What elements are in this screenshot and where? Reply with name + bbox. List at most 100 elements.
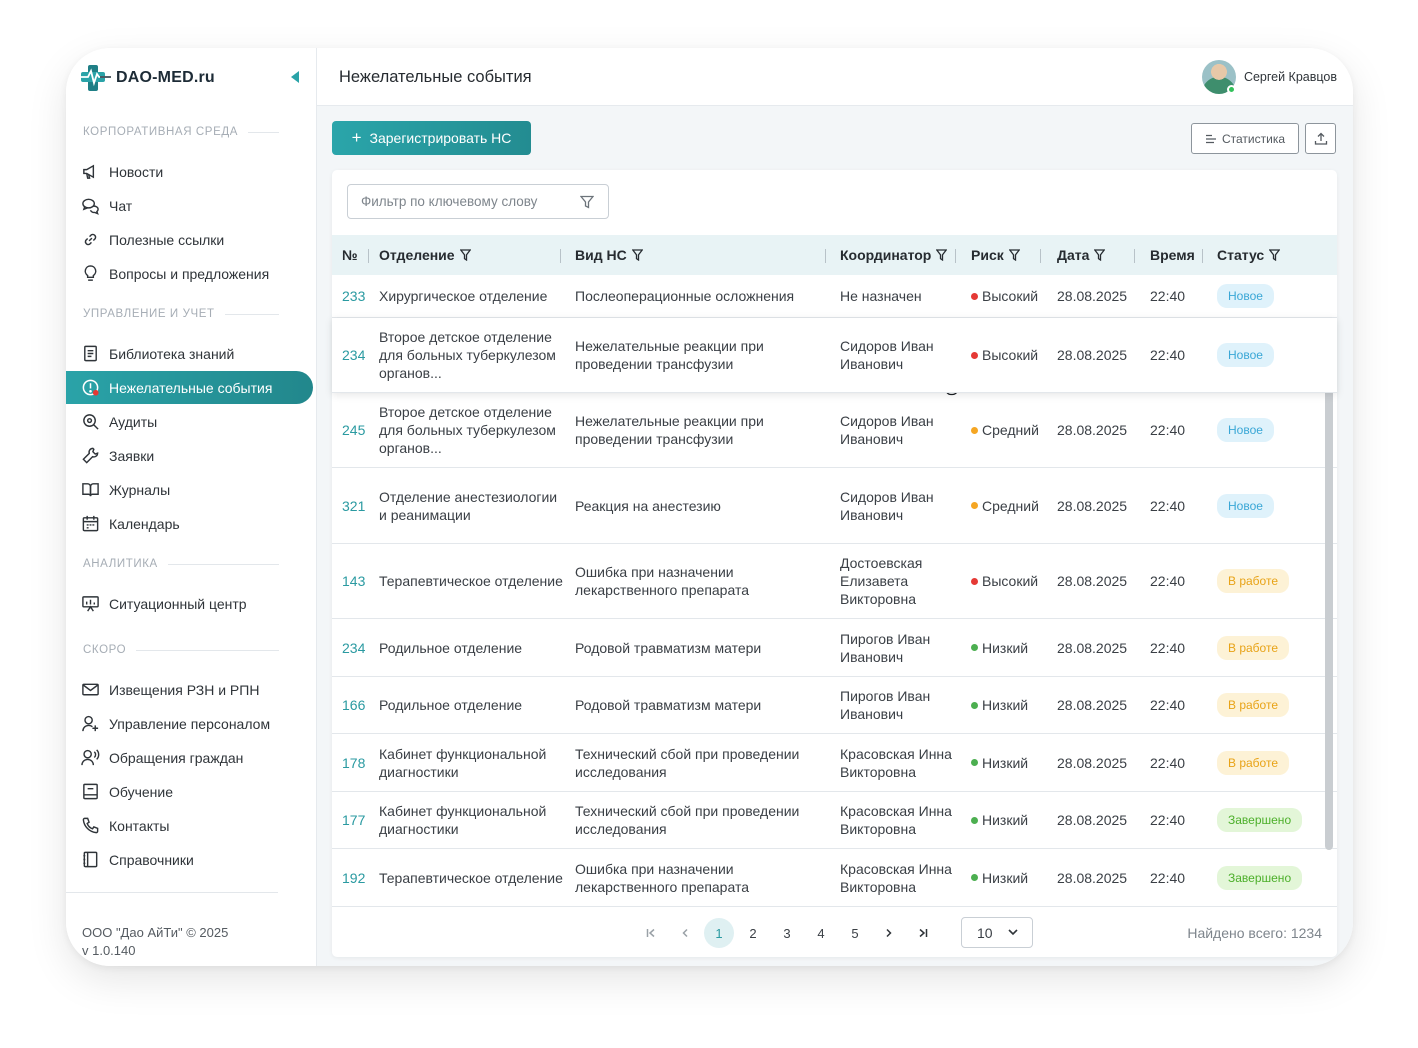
table-row[interactable]: 321 Отделение анестезиологии и реанимации… [332,468,1337,544]
page-title: Нежелательные события [339,68,532,86]
date-cell: 28.08.2025 [1057,422,1128,438]
keyword-filter-input[interactable]: Фильтр по ключевому слову [347,184,609,219]
time-cell: 22:40 [1150,422,1186,438]
status-cell: Новое [1217,284,1274,308]
chat-icon [82,198,99,215]
table-row[interactable]: 177 Кабинет функциональной диагностики Тех… [332,792,1337,849]
date-cell: 28.08.2025 [1057,812,1128,828]
department-cell: Второе детское отделение для больных туб… [379,404,556,456]
column-filter-icon[interactable] [1008,249,1020,261]
date-cell: 28.08.2025 [1057,347,1128,363]
sidebar-item-label: Ситуационный центр [109,595,247,612]
time-cell: 22:40 [1150,754,1186,771]
megaphone-icon [83,164,95,179]
sidebar-item-contacts[interactable]: Контакты [66,809,313,842]
logo[interactable]: DAO-MED.ru [80,62,215,94]
sidebar-item-label: Календарь [109,515,180,532]
event-number: 177 [342,812,366,828]
page-size-select[interactable]: 10 [961,917,1033,948]
th-number[interactable]: № [342,247,358,263]
page-2-button[interactable]: 2 [738,918,768,948]
page-1-button[interactable]: 1 [704,918,734,948]
page-4-button[interactable]: 4 [806,918,836,948]
th-status[interactable]: Статус [1217,247,1281,263]
sidebar-item-personnel[interactable]: Управление персоналом [66,707,313,740]
column-filter-icon[interactable] [936,249,948,261]
statistics-button[interactable]: Статистика [1191,123,1299,154]
column-label: Время [1150,247,1195,263]
first-page-button[interactable] [636,918,666,948]
sidebar-item-audits[interactable]: Аудиты [66,405,313,438]
sidebar-item-journals[interactable]: Журналы [66,473,313,506]
table-row[interactable]: 233 Хирургическое отделение Послеоперацион… [332,275,1337,318]
table-row[interactable]: 245 Второе детское отделение для больных … [332,393,1337,468]
sidebar-item-chat[interactable]: Чат [66,189,313,222]
department-cell: Родильное отделение [379,639,523,656]
sidebar-item-calendar[interactable]: Календарь [66,507,313,540]
sidebar-item-references[interactable]: Справочники [66,843,313,876]
event-type-cell: Послеоперационные осложнения [575,288,795,304]
sidebar-item-requests[interactable]: Заявки [66,439,313,472]
th-event-type[interactable]: Вид НС [575,247,643,263]
column-filter-icon[interactable] [1094,249,1106,261]
first-page-icon [646,928,655,938]
table-row[interactable]: 178 Кабинет функциональной диагностики Тех… [332,734,1337,792]
table-row[interactable]: 192 Терапевтическое отделение Ошибка при н… [332,849,1337,907]
sidebar-item-situation-center[interactable]: Ситуационный центр [66,587,313,620]
export-button[interactable] [1305,123,1336,154]
last-page-button[interactable] [908,918,938,948]
table-row[interactable]: 234 Родильное отделение Родовой травматизм… [332,619,1337,677]
sidebar-item-news[interactable]: Новости [66,155,313,188]
sidebar-item-links[interactable]: Полезные ссылки [66,223,313,256]
column-filter-icon[interactable] [631,249,643,261]
table-row[interactable]: 143 Терапевтическое отделение Ошибка при н… [332,544,1337,619]
column-filter-icon[interactable] [1269,249,1281,261]
th-time[interactable]: Время [1150,247,1195,263]
lightbulb-icon [84,265,97,281]
th-coordinator[interactable]: Координатор [840,247,948,263]
risk-cell: Низкий [971,639,1028,657]
prev-page-button[interactable] [670,918,700,948]
sidebar-item-knowledge-library[interactable]: Библиотека знаний [66,337,313,370]
board-icon [83,783,98,800]
table-scrollbar[interactable] [1325,322,1333,850]
column-filter-icon[interactable] [459,249,471,261]
risk-label: Низкий [982,812,1029,828]
event-number: 234 [342,639,366,656]
sidebar-item-citizen-appeals[interactable]: Обращения граждан [66,741,313,774]
sidebar-item-training[interactable]: Обучение [66,775,313,808]
section-title-corporate: КОРПОРАТИВНАЯ СРЕДА [83,126,279,138]
next-page-button[interactable] [874,918,904,948]
coordinator-cell: Пирогов Иван Иванович [840,630,931,665]
column-label: Вид НС [575,247,627,263]
department-cell: Терапевтическое отделение [379,573,563,589]
coordinator-cell: Красовская Инна Викторовна [840,745,952,780]
coordinator-cell: Красовская Инна Викторовна [840,803,952,837]
sidebar-item-notices[interactable]: Извещения РЗН и РПН [66,673,313,706]
risk-label: Высокий [982,347,1039,363]
user-menu[interactable]: Сергей Кравцов [1201,60,1337,94]
risk-cell: Средний [971,421,1039,439]
chevron-right-icon [886,928,892,938]
table-row[interactable]: 166 Родильное отделение Родовой травматизм… [332,677,1337,734]
page-5-button[interactable]: 5 [840,918,870,948]
filter-icon[interactable] [580,195,594,209]
th-date[interactable]: Дата [1057,247,1106,263]
th-department[interactable]: Отделение [379,247,471,263]
time-cell: 22:40 [1150,497,1186,514]
th-risk[interactable]: Риск [971,247,1020,263]
user-name: Сергей Кравцов [1243,70,1337,84]
page-3-button[interactable]: 3 [772,918,802,948]
table-header: № Отделение Вид НС Координатор Риск Дата Время… [332,235,1337,275]
upload-icon [1314,132,1327,145]
sidebar-item-questions[interactable]: Вопросы и предложения [66,257,313,290]
date-cell: 28.08.2025 [1057,497,1128,514]
sidebar-item-adverse-events[interactable]: Нежелательные события [66,371,313,404]
register-event-button[interactable]: + Зарегистрировать НС [332,121,531,155]
sidebar-item-label: Обучение [109,783,174,800]
event-type-cell: Родовой травматизм матери [575,697,762,713]
app-version: v 1.0.140 [82,943,136,958]
collapse-sidebar-button[interactable] [290,70,302,84]
status-badge: В работе [1217,635,1290,660]
table-row[interactable]: 234 Второе детское отделение для больных … [332,318,1337,393]
